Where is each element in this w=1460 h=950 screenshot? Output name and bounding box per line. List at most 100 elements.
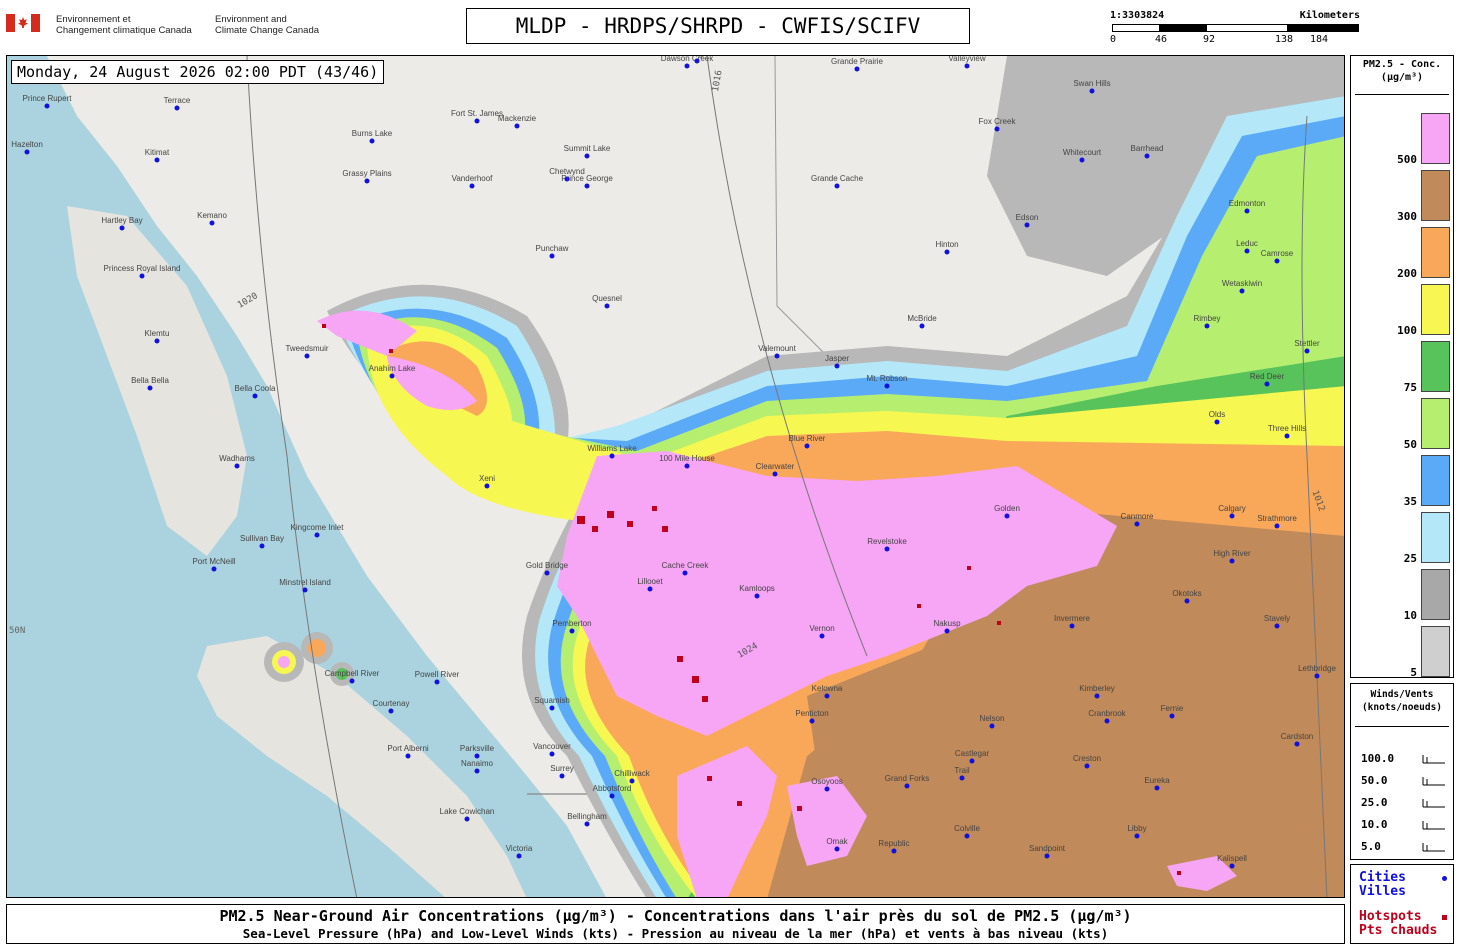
wind-speed-value: 50.0	[1361, 774, 1388, 787]
city-label: Omak	[826, 837, 848, 846]
city-dot	[174, 105, 180, 111]
city-label: Parksville	[459, 744, 495, 753]
city-label: Summit Lake	[563, 144, 611, 153]
city-label: Nakusp	[933, 619, 961, 628]
city-label: Cache Creek	[661, 561, 709, 570]
city-label: Squamish	[534, 696, 570, 705]
city-dot	[809, 718, 815, 724]
city-label: Grand Forks	[884, 774, 930, 783]
legend-swatch	[1421, 284, 1450, 335]
city-dot	[1214, 419, 1220, 425]
city-label: Rimbey	[1193, 314, 1221, 323]
legend-level-value: 5	[1410, 666, 1417, 679]
city-label: Victoria	[505, 844, 533, 853]
city-dot	[147, 385, 153, 391]
city-dot	[1274, 623, 1280, 629]
city-dot	[854, 66, 860, 72]
city-dot	[1229, 863, 1235, 869]
city-label: Hinton	[935, 240, 959, 249]
city-dot	[549, 751, 555, 757]
city-label: Okotoks	[1172, 589, 1202, 598]
city-dot	[516, 853, 522, 859]
city-dot	[1274, 523, 1280, 529]
city-dot	[569, 628, 575, 634]
city-label: Punchaw	[535, 244, 569, 253]
city-label: Minstrel Island	[279, 578, 331, 587]
city-dot	[1229, 558, 1235, 564]
city-label: Lethbridge	[1298, 664, 1336, 673]
caption-line-1: PM2.5 Near-Ground Air Concentrations (µg…	[219, 907, 1132, 925]
city-dot	[1239, 288, 1245, 294]
city-label: Gold Bridge	[525, 561, 569, 570]
city-label: Swan Hills	[1073, 79, 1111, 88]
city-label: Grande Cache	[810, 174, 864, 183]
city-label: Courtenay	[372, 699, 410, 708]
scale-unit: Kilometers	[1299, 10, 1360, 21]
city-dot	[1264, 381, 1270, 387]
city-dot	[584, 183, 590, 189]
wind-legend-title: Winds/Vents (knots/noeuds)	[1361, 689, 1443, 713]
city-label: Kamloops	[739, 584, 775, 593]
city-label: Mt. Robson	[866, 374, 908, 383]
city-label: Fernie	[1160, 704, 1184, 713]
agency-name-fr: Environnement et Changement climatique Ca…	[56, 14, 192, 36]
city-label: Sullivan Bay	[239, 534, 285, 543]
legend-level-value: 10	[1403, 609, 1417, 622]
city-label: Ridge	[687, 56, 708, 58]
city-dot	[944, 249, 950, 255]
city-label: Clearwater	[755, 462, 795, 471]
city-dot	[629, 778, 635, 784]
city-label: Port Alberni	[387, 744, 429, 753]
city-label: Calgary	[1218, 504, 1246, 513]
city-label: Colville	[954, 824, 980, 833]
city-dot	[119, 225, 125, 231]
city-label: Lillooet	[637, 577, 663, 586]
city-dot	[1079, 157, 1085, 163]
city-label: Lake Cowichan	[439, 807, 495, 816]
city-dot	[1004, 513, 1010, 519]
smoke-forecast-map[interactable]: Monday, 24 August 2026 02:00 PDT (43/46)…	[6, 55, 1345, 898]
city-label: Edmonton	[1228, 199, 1266, 208]
city-label: Kitimat	[144, 148, 170, 157]
city-label: Barrhead	[1130, 144, 1164, 153]
map-canvas	[7, 56, 1344, 897]
city-dot	[364, 178, 370, 184]
city-dot	[1274, 258, 1280, 264]
wind-barb-icon	[1422, 755, 1445, 764]
city-dot	[959, 775, 965, 781]
city-dot	[834, 846, 840, 852]
city-dot	[139, 273, 145, 279]
legend-level-value: 35	[1403, 495, 1417, 508]
city-dot	[154, 157, 160, 163]
city-label: Blue River	[788, 434, 826, 443]
city-dot	[904, 783, 910, 789]
city-dot	[684, 463, 690, 469]
city-label: Xeni	[478, 474, 496, 483]
city-dot	[211, 566, 217, 572]
city-dot	[252, 393, 258, 399]
city-label: Williams Lake	[587, 444, 637, 453]
city-dot	[474, 118, 480, 124]
city-dot	[891, 848, 897, 854]
city-dot	[819, 633, 825, 639]
legend-swatch	[1421, 626, 1450, 677]
legend-swatch	[1421, 512, 1450, 563]
city-dot	[434, 679, 440, 685]
scale-tick: 46	[1155, 34, 1168, 45]
city-label: Revelstoke	[867, 537, 907, 546]
hotspots-key-label: Hotspots Pts chauds	[1359, 909, 1438, 938]
city-dot-icon	[1442, 876, 1447, 881]
city-dot	[1094, 693, 1100, 699]
city-label: Bellingham	[567, 812, 607, 821]
city-label: Wadhams	[219, 454, 255, 463]
wind-legend-divider	[1355, 726, 1449, 727]
city-label: Invermere	[1053, 614, 1091, 623]
city-label: Bella Bella	[131, 376, 169, 385]
city-dot	[834, 183, 840, 189]
city-dot	[647, 586, 653, 592]
city-label: Libby	[1127, 824, 1147, 833]
city-dot	[584, 153, 590, 159]
city-dot	[1134, 833, 1140, 839]
city-dot	[584, 821, 590, 827]
city-dot	[609, 453, 615, 459]
